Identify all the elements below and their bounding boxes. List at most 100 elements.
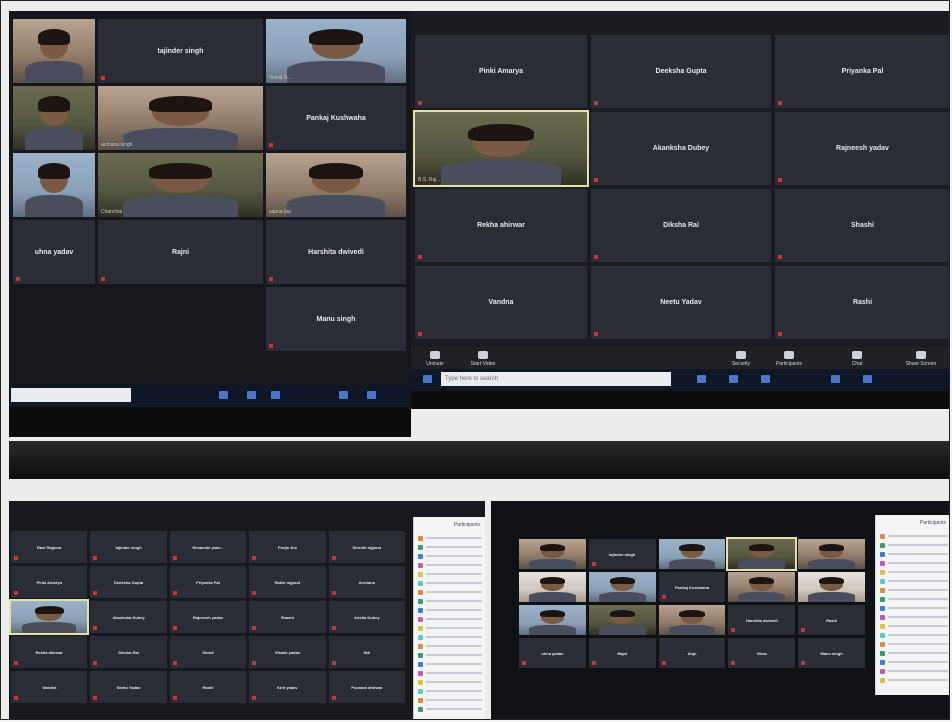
- video-tile[interactable]: [728, 572, 796, 602]
- participant-tile[interactable]: Ravi Rajpoot: [11, 531, 88, 563]
- participant-tile[interactable]: Rekha ahirwar: [415, 189, 587, 262]
- participant-row[interactable]: [880, 542, 948, 548]
- participant-row[interactable]: [418, 553, 482, 559]
- video-tile[interactable]: [519, 539, 586, 569]
- start-video-button[interactable]: Start Video: [463, 351, 503, 367]
- participant-row[interactable]: [418, 589, 482, 595]
- store-icon[interactable]: [863, 375, 872, 383]
- participant-tile[interactable]: Deeksha Gupta: [591, 35, 771, 108]
- participant-row[interactable]: [418, 643, 482, 649]
- participant-tile[interactable]: Ankita Dubey: [328, 601, 405, 633]
- camera-icon[interactable]: [831, 375, 840, 383]
- taskbar-search[interactable]: Type here to search: [441, 372, 671, 386]
- unmute-button[interactable]: Unmute: [415, 351, 455, 367]
- participant-tile[interactable]: Priyanka Pal: [775, 35, 949, 108]
- participant-row[interactable]: [418, 688, 482, 694]
- store-icon[interactable]: [367, 391, 376, 399]
- video-tile[interactable]: [588, 605, 656, 635]
- video-tile[interactable]: [588, 572, 656, 602]
- participant-tile[interactable]: uhna yadav: [519, 638, 586, 668]
- video-tile[interactable]: [658, 605, 726, 635]
- participant-row[interactable]: [418, 598, 482, 604]
- taskview-icon[interactable]: [219, 391, 228, 399]
- participant-tile[interactable]: uhna yadav: [13, 220, 95, 284]
- participant-row[interactable]: [880, 614, 948, 620]
- participant-row[interactable]: [880, 560, 948, 566]
- participant-row[interactable]: [880, 641, 948, 647]
- security-button[interactable]: Security: [721, 351, 761, 367]
- video-tile[interactable]: Vishal G...: [266, 19, 406, 83]
- participant-tile[interactable]: tajinder singh: [588, 539, 656, 569]
- participant-tile[interactable]: Rakhi rajpoot: [249, 566, 326, 598]
- participant-row[interactable]: [880, 596, 948, 602]
- participant-tile[interactable]: Pooja Jha: [249, 531, 326, 563]
- participant-tile[interactable]: Vikash yadav: [249, 636, 326, 668]
- video-tile[interactable]: sapna pal: [266, 153, 406, 217]
- participant-row[interactable]: [880, 533, 948, 539]
- participant-tile[interactable]: Rajneesh yadav: [169, 601, 247, 633]
- participant-tile[interactable]: Kirti yadav: [249, 671, 326, 703]
- participant-row[interactable]: [880, 578, 948, 584]
- participant-row[interactable]: [418, 670, 482, 676]
- participant-tile[interactable]: Neetu Yadav: [90, 671, 167, 703]
- empty-tile[interactable]: [98, 287, 263, 351]
- video-tile[interactable]: [798, 539, 865, 569]
- participants-button[interactable]: Participants: [769, 351, 809, 367]
- participant-tile[interactable]: tajinder singh: [98, 19, 263, 83]
- participant-tile[interactable]: Vandna: [415, 266, 587, 339]
- participant-row[interactable]: [880, 632, 948, 638]
- participant-row[interactable]: [418, 679, 482, 685]
- participant-row[interactable]: [418, 607, 482, 613]
- participant-tile[interactable]: Rashi: [775, 266, 949, 339]
- participant-tile[interactable]: Archana: [328, 566, 405, 598]
- participant-row[interactable]: [880, 623, 948, 629]
- participant-row[interactable]: [418, 634, 482, 640]
- participant-row[interactable]: [880, 551, 948, 557]
- participant-tile[interactable]: Shruti: [169, 636, 247, 668]
- participant-tile[interactable]: Niti: [328, 636, 405, 668]
- participant-row[interactable]: [880, 605, 948, 611]
- participant-tile[interactable]: Pinki Amarya: [11, 566, 88, 598]
- participant-tile[interactable]: Poonam ahirwar: [328, 671, 405, 703]
- participant-row[interactable]: [418, 616, 482, 622]
- participant-tile[interactable]: Rashi: [169, 671, 247, 703]
- participant-tile[interactable]: Anju: [658, 638, 726, 668]
- participant-row[interactable]: [418, 625, 482, 631]
- participant-tile[interactable]: Rekha ahirwar: [11, 636, 88, 668]
- participant-tile[interactable]: Vandna: [11, 671, 88, 703]
- participant-tile[interactable]: Himanshi yadv...: [169, 531, 247, 563]
- participant-row[interactable]: [418, 562, 482, 568]
- participant-tile[interactable]: Diksha Rai: [591, 189, 771, 262]
- participant-tile[interactable]: Manu singh: [266, 287, 406, 351]
- participant-tile[interactable]: Rajni: [588, 638, 656, 668]
- share-screen-button[interactable]: Share Screen: [901, 351, 941, 367]
- video-tile[interactable]: [798, 572, 865, 602]
- empty-tile[interactable]: [13, 287, 95, 351]
- participant-row[interactable]: [880, 569, 948, 575]
- participant-tile[interactable]: Rashi: [798, 605, 865, 635]
- participant-tile[interactable]: Shashi: [249, 601, 326, 633]
- video-tile[interactable]: [13, 153, 95, 217]
- taskview-icon[interactable]: [697, 375, 706, 383]
- participant-tile[interactable]: Harshita dwivedi: [266, 220, 406, 284]
- video-tile[interactable]: B.S. Raj...: [413, 110, 589, 187]
- participant-tile[interactable]: Akanksha Dubey: [591, 112, 771, 185]
- taskbar-search[interactable]: [11, 388, 131, 402]
- participant-tile[interactable]: Pankaj Kushwaha: [658, 572, 726, 602]
- video-tile[interactable]: [519, 572, 586, 602]
- video-tile[interactable]: [13, 19, 95, 83]
- participant-tile[interactable]: Shashi: [775, 189, 949, 262]
- start-icon[interactable]: [423, 375, 432, 383]
- participant-tile[interactable]: Priyanka Pal: [169, 566, 247, 598]
- camera-icon[interactable]: [339, 391, 348, 399]
- participant-row[interactable]: [418, 571, 482, 577]
- video-tile[interactable]: [519, 605, 586, 635]
- participant-tile[interactable]: Harshita dwivedi: [728, 605, 796, 635]
- participant-tile[interactable]: Pinki Amarya: [415, 35, 587, 108]
- explorer-icon[interactable]: [247, 391, 256, 399]
- participant-tile[interactable]: Deeksha Gupta: [90, 566, 167, 598]
- participant-tile[interactable]: Shruthi rajpoot: [328, 531, 405, 563]
- mail-icon[interactable]: [761, 375, 770, 383]
- video-tile[interactable]: [658, 539, 726, 569]
- participant-row[interactable]: [418, 580, 482, 586]
